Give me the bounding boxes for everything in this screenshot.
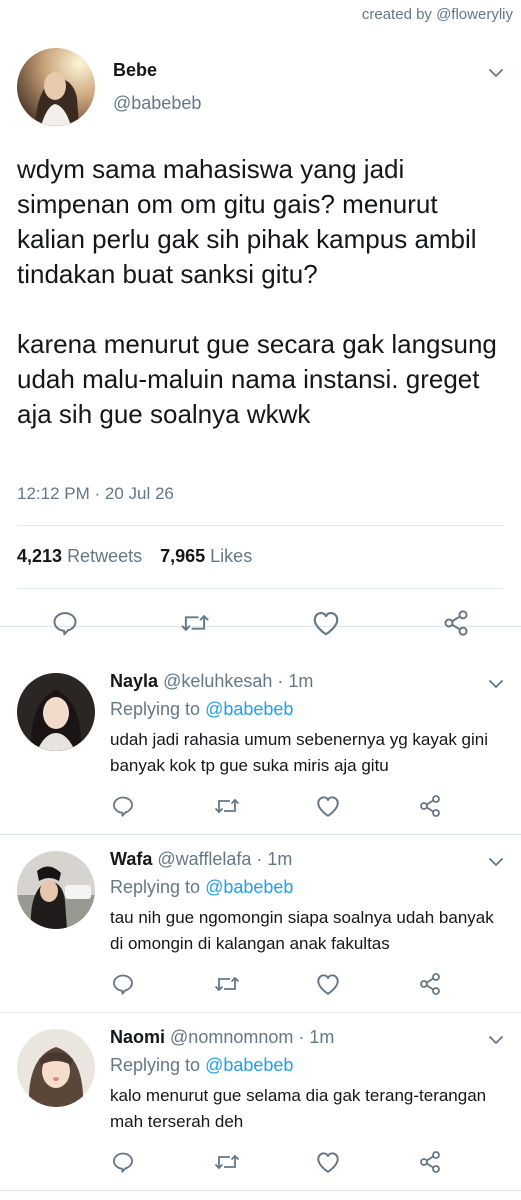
reply-time: · 1m [277, 671, 314, 691]
reply-tweet[interactable]: Nayla @keluhkesah · 1m Replying to @babe… [0, 657, 521, 835]
likes-stat[interactable]: 7,965 Likes [160, 546, 252, 566]
mention-link[interactable]: @babebeb [205, 699, 293, 719]
replying-label: Replying to [110, 699, 201, 719]
likes-count: 7,965 [160, 546, 206, 566]
share-icon[interactable] [416, 1149, 444, 1175]
avatar[interactable] [17, 851, 95, 929]
retweet-icon[interactable] [212, 793, 242, 819]
reply-text: udah jadi rahasia umum sebenernya yg kay… [110, 730, 489, 775]
retweets-label: Retweets [67, 546, 143, 566]
replying-label: Replying to [110, 1055, 201, 1075]
avatar[interactable] [17, 48, 95, 126]
replying-to: Replying to @babebeb [110, 877, 293, 898]
main-tweet-handle[interactable]: @babebeb [113, 93, 201, 114]
reply-name[interactable]: Wafa [110, 849, 152, 869]
replying-to: Replying to @babebeb [110, 1055, 293, 1076]
reply-time: · 1m [256, 849, 293, 869]
divider [17, 588, 504, 589]
chevron-down-icon[interactable] [489, 68, 503, 78]
reply-tweet[interactable]: Wafa @wafflelafa · 1m Replying to @babeb… [0, 835, 521, 1013]
reply-icon[interactable] [110, 971, 136, 997]
reply-header: Wafa @wafflelafa · 1m [110, 849, 292, 870]
reply-handle[interactable]: @wafflelafa [157, 849, 251, 869]
retweet-icon[interactable] [212, 1149, 242, 1175]
retweet-icon[interactable] [178, 608, 212, 638]
reply-time: · 1m [298, 1027, 335, 1047]
replying-label: Replying to [110, 877, 201, 897]
likes-label: Likes [210, 546, 253, 566]
main-tweet-name[interactable]: Bebe [113, 60, 157, 81]
chevron-down-icon[interactable] [489, 857, 503, 867]
reply-name[interactable]: Naomi [110, 1027, 165, 1047]
retweets-count: 4,213 [17, 546, 63, 566]
reply-tweet[interactable]: Naomi @nomnomnom · 1m Replying to @babeb… [0, 1013, 521, 1191]
main-tweet: Bebe @babebeb wdym sama mahasiswa yang j… [0, 0, 521, 636]
reply-header: Naomi @nomnomnom · 1m [110, 1027, 334, 1048]
share-icon[interactable] [416, 793, 444, 819]
main-tweet-timestamp: 12:12 PM · 20 Jul 26 [17, 484, 174, 503]
mention-link[interactable]: @babebeb [205, 1055, 293, 1075]
retweet-icon[interactable] [212, 971, 242, 997]
main-tweet-text: wdym sama mahasiswa yang jadi simpenan o… [17, 154, 497, 429]
like-icon[interactable] [314, 793, 342, 819]
reply-text: kalo menurut gue selama dia gak terang-t… [110, 1086, 487, 1131]
like-icon[interactable] [314, 1149, 342, 1175]
reply-handle[interactable]: @keluhkesah [163, 671, 272, 691]
chevron-down-icon[interactable] [489, 679, 503, 689]
tweet-stats: 4,213 Retweets 7,965 Likes [17, 546, 252, 567]
reply-text: tau nih gue ngomongin siapa soalnya udah… [110, 908, 494, 953]
avatar[interactable] [17, 673, 95, 751]
reply-name[interactable]: Nayla [110, 671, 158, 691]
chevron-down-icon[interactable] [489, 1035, 503, 1045]
like-icon[interactable] [314, 971, 342, 997]
reply-icon[interactable] [110, 793, 136, 819]
avatar[interactable] [17, 1029, 95, 1107]
divider [17, 525, 504, 526]
like-icon[interactable] [310, 608, 342, 638]
reply-handle[interactable]: @nomnomnom [170, 1027, 293, 1047]
reply-icon[interactable] [110, 1149, 136, 1175]
reply-icon[interactable] [50, 608, 80, 638]
mention-link[interactable]: @babebeb [205, 877, 293, 897]
reply-header: Nayla @keluhkesah · 1m [110, 671, 313, 692]
replying-to: Replying to @babebeb [110, 699, 293, 720]
retweets-stat[interactable]: 4,213 Retweets [17, 546, 142, 566]
share-icon[interactable] [416, 971, 444, 997]
share-icon[interactable] [440, 608, 472, 638]
